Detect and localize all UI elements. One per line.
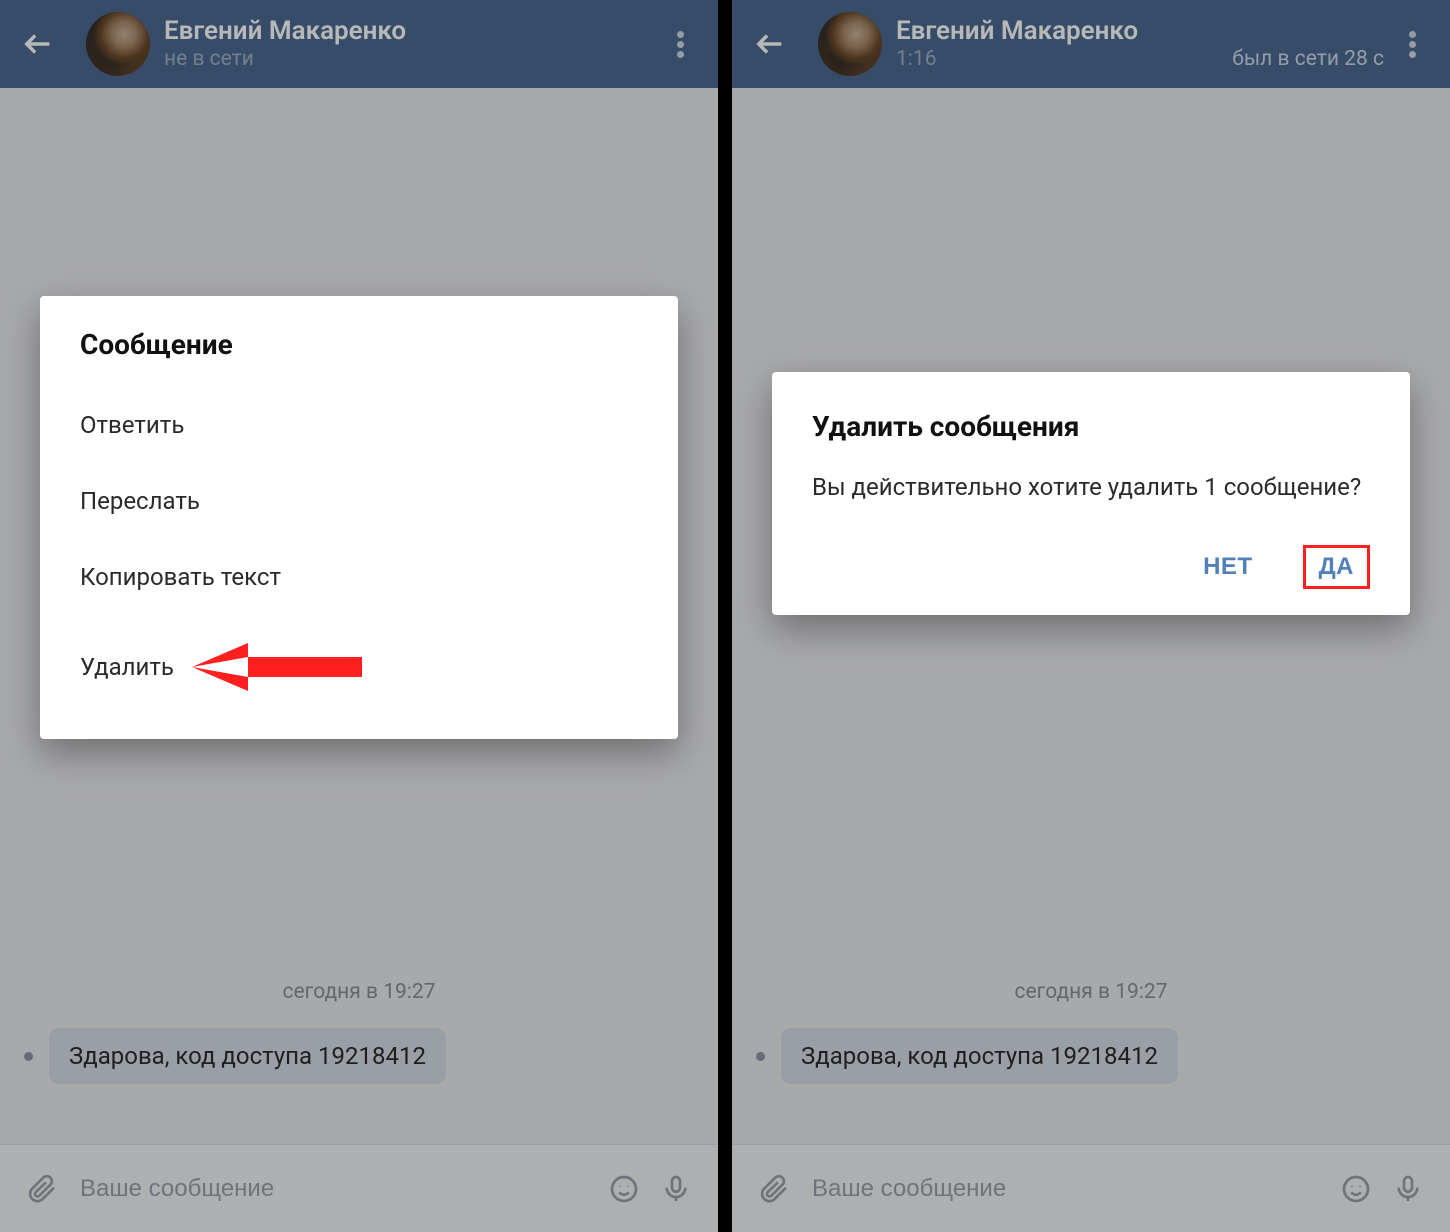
no-button[interactable]: НЕТ [1187, 545, 1269, 589]
annotation-arrow-icon [192, 639, 362, 695]
screen-right: Евгений Макаренко 1:16 был в сети 28 с с… [718, 0, 1450, 1232]
screen-left: Евгений Макаренко не в сети сегодня в 19… [0, 0, 718, 1232]
action-forward[interactable]: Переслать [80, 463, 638, 539]
dialog-message: Вы действительно хотите удалить 1 сообще… [812, 471, 1370, 503]
yes-button[interactable]: ДА [1303, 545, 1370, 589]
action-delete-label: Удалить [80, 653, 174, 681]
action-reply-label: Ответить [80, 411, 184, 439]
dialog-title: Удалить сообщения [812, 410, 1370, 443]
message-actions-dialog: Сообщение Ответить Переслать Копировать … [40, 296, 678, 739]
dialog-actions: НЕТ ДА [812, 545, 1370, 589]
modal-overlay[interactable] [732, 0, 1450, 1232]
action-delete[interactable]: Удалить [80, 615, 638, 723]
action-reply[interactable]: Ответить [80, 387, 638, 463]
action-copy-label: Копировать текст [80, 563, 281, 591]
action-copy[interactable]: Копировать текст [80, 539, 638, 615]
action-forward-label: Переслать [80, 487, 200, 515]
confirm-delete-dialog: Удалить сообщения Вы действительно хотит… [772, 372, 1410, 615]
dialog-title: Сообщение [80, 328, 638, 361]
